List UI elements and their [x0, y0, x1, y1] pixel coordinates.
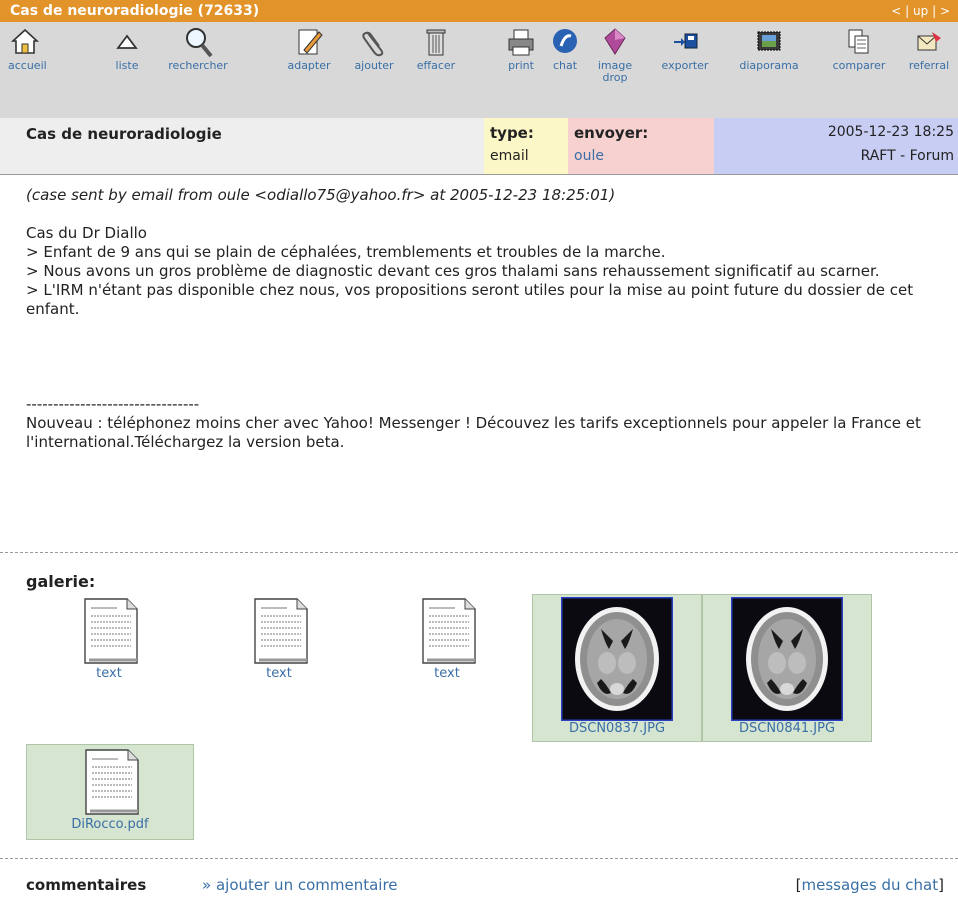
ajouter-button[interactable]: ajouter — [346, 26, 402, 72]
case-date: 2005-12-23 18:25 — [827, 124, 954, 140]
chat-button[interactable]: chat — [548, 26, 582, 72]
body-line: Cas du Dr Diallo — [26, 224, 147, 242]
home-icon — [8, 26, 42, 58]
compare-icon — [820, 26, 898, 58]
diaporama-button[interactable]: diaporama — [728, 26, 810, 72]
gallery-item-label[interactable]: DSCN0841.JPG — [739, 721, 835, 736]
body-line: > Enfant de 9 ans qui se plain de céphal… — [26, 243, 666, 261]
toolbar-label: print — [508, 59, 534, 72]
signature-separator: -------------------------------- — [26, 395, 200, 413]
toolbar-label: exporter — [661, 59, 709, 72]
next-link[interactable]: > — [940, 4, 950, 18]
adapter-button[interactable]: adapter — [278, 26, 340, 72]
chat-bracket-close: ] — [938, 876, 944, 894]
divider — [0, 552, 958, 553]
image-drop-icon — [594, 26, 636, 58]
chat-icon — [548, 26, 582, 58]
effacer-button[interactable]: effacer — [408, 26, 464, 72]
print-button[interactable]: print — [504, 26, 538, 72]
toolbar-label: ajouter — [354, 59, 394, 72]
magnifier-icon — [156, 26, 240, 58]
liste-button[interactable]: liste — [110, 26, 144, 72]
gallery-item-label[interactable]: text — [266, 666, 292, 681]
gallery-item-label[interactable]: text — [96, 666, 122, 681]
paperclip-icon — [346, 26, 402, 58]
gallery-item-label[interactable]: DSCN0837.JPG — [569, 721, 665, 736]
toolbar-label: referral — [908, 59, 950, 72]
nav-separator: | — [905, 4, 910, 18]
sender-cell: envoyer: oule — [568, 118, 714, 174]
document-icon — [254, 598, 308, 664]
gallery-item-label[interactable]: text — [434, 666, 460, 681]
page-title: Cas de neuroradiologie (72633) — [10, 3, 260, 19]
gallery-label: galerie: — [26, 572, 96, 591]
pdf-document-icon — [85, 749, 139, 815]
ct-scan-image — [561, 597, 673, 721]
chat-messages: [messages du chat] — [796, 876, 944, 894]
gallery-item[interactable]: text — [236, 596, 322, 688]
divider — [0, 858, 958, 859]
comparer-button[interactable]: comparer — [820, 26, 898, 72]
toolbar-label: adapter — [287, 59, 331, 72]
toolbar-label: liste — [115, 59, 139, 72]
body-line: > L'IRM n'étant pas disponible chez nous… — [26, 281, 914, 318]
forum-name: RAFT - Forum — [860, 148, 954, 164]
toolbar-label: drop — [602, 71, 628, 84]
title-bar: Cas de neuroradiologie (72633) < | up | … — [0, 0, 958, 22]
gallery-item[interactable]: DSCN0841.JPG — [702, 594, 872, 742]
case-navigation: < | up | > — [891, 4, 950, 18]
up-triangle-icon — [110, 26, 144, 58]
gallery-item[interactable]: text — [66, 596, 152, 688]
gallery-item[interactable]: text — [404, 596, 490, 688]
case-body: (case sent by email from oule <odiallo75… — [26, 186, 946, 452]
referral-icon — [902, 26, 956, 58]
chat-messages-link[interactable]: messages du chat — [802, 876, 939, 894]
gallery-item[interactable]: DSCN0837.JPG — [532, 594, 702, 742]
add-comment-link[interactable]: ajouter un commentaire — [216, 876, 398, 894]
toolbar: accueil liste rechercher adapter ajouter… — [0, 22, 958, 118]
sender-link[interactable]: oule — [574, 148, 604, 164]
document-icon — [84, 598, 138, 664]
case-title-cell: Cas de neuroradiologie — [0, 118, 484, 174]
toolbar-label: accueil — [8, 59, 47, 72]
sender-label: envoyer: — [574, 124, 649, 142]
case-title: Cas de neuroradiologie — [26, 125, 222, 143]
toolbar-label: diaporama — [739, 59, 799, 72]
image-drop-button[interactable]: image drop — [594, 26, 636, 84]
toolbar-label: effacer — [416, 59, 456, 72]
comments-section: commentaires » ajouter un commentaire — [26, 876, 398, 894]
printer-icon — [504, 26, 538, 58]
accueil-button[interactable]: accueil — [8, 26, 47, 72]
toolbar-label: comparer — [832, 59, 886, 72]
add-comment-prefix: » — [202, 876, 212, 894]
comments-label: commentaires — [26, 876, 147, 894]
date-cell: 2005-12-23 18:25 RAFT - Forum — [714, 118, 958, 174]
nav-separator: | — [932, 4, 937, 18]
prev-link[interactable]: < — [891, 4, 901, 18]
rechercher-button[interactable]: rechercher — [156, 26, 240, 72]
case-info-bar: Cas de neuroradiologie type: email envoy… — [0, 118, 958, 174]
edit-icon — [278, 26, 340, 58]
export-icon — [652, 26, 718, 58]
type-value: email — [490, 148, 529, 164]
toolbar-label: rechercher — [168, 59, 228, 72]
toolbar-label: chat — [552, 59, 578, 72]
type-label: type: — [490, 124, 534, 142]
slideshow-icon — [728, 26, 810, 58]
document-icon — [422, 598, 476, 664]
signature-text: Nouveau : téléphonez moins cher avec Yah… — [26, 414, 921, 451]
gallery-item[interactable]: DiRocco.pdf — [26, 744, 194, 840]
exporter-button[interactable]: exporter — [652, 26, 718, 72]
gallery-item-label[interactable]: DiRocco.pdf — [71, 817, 148, 832]
referral-button[interactable]: referral — [902, 26, 956, 72]
divider — [0, 174, 958, 175]
ct-scan-image — [731, 597, 843, 721]
up-link[interactable]: up — [913, 4, 928, 18]
case-meta: (case sent by email from oule <odiallo75… — [26, 186, 616, 204]
trash-icon — [408, 26, 464, 58]
type-cell: type: email — [484, 118, 568, 174]
body-line: > Nous avons un gros problème de diagnos… — [26, 262, 880, 280]
add-comment: » ajouter un commentaire — [202, 876, 398, 894]
